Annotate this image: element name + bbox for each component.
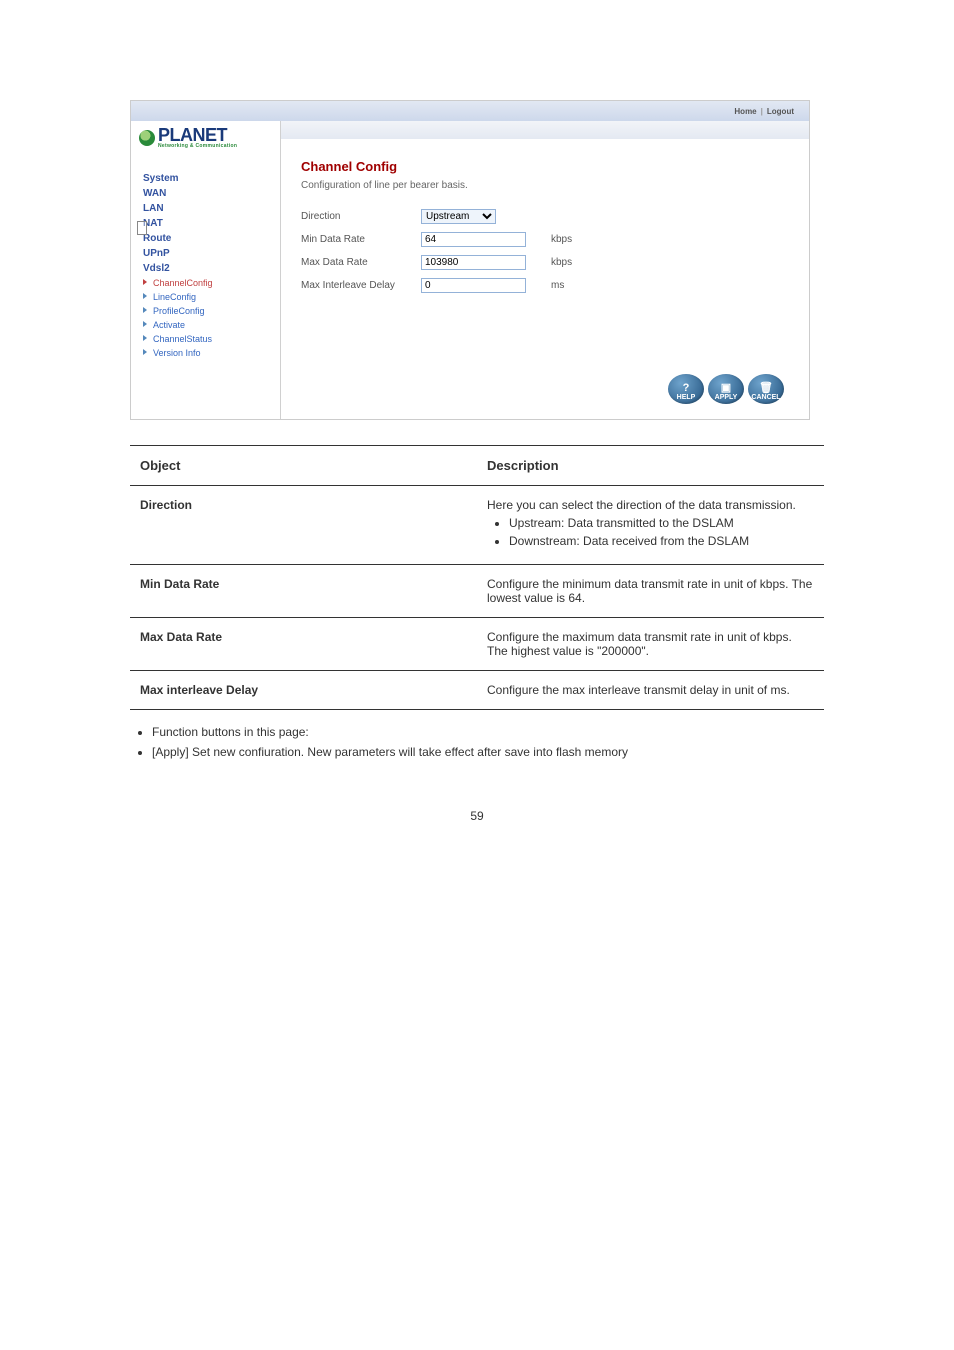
- nav-channelconfig[interactable]: ChannelConfig: [139, 276, 272, 290]
- cell-object: Direction: [130, 486, 477, 565]
- label-maxdelay: Max Interleave Delay: [301, 280, 421, 291]
- input-minrate[interactable]: [421, 232, 526, 247]
- direction-intro: Here you can select the direction of the…: [487, 498, 814, 512]
- cell-object: Max Data Rate: [130, 618, 477, 671]
- list-item: Upstream: Data transmitted to the DSLAM: [509, 516, 814, 530]
- unit-maxrate: kbps: [551, 257, 572, 268]
- footer-notes: Function buttons in this page: [Apply] S…: [130, 725, 824, 759]
- input-maxrate[interactable]: [421, 255, 526, 270]
- content-area: Channel Config Configuration of line per…: [281, 121, 809, 419]
- cell-desc: Here you can select the direction of the…: [477, 486, 824, 565]
- action-buttons: ? HELP ▣ APPLY 🗑 CANCEL: [668, 374, 784, 404]
- sidebar: PLANET Networking & Communication System…: [131, 121, 281, 419]
- list-item: Downstream: Data received from the DSLAM: [509, 534, 814, 548]
- nav-profileconfig[interactable]: ProfileConfig: [139, 304, 272, 318]
- cell-object: Max interleave Delay: [130, 671, 477, 710]
- th-object: Object: [130, 446, 477, 486]
- disk-icon: ▣: [721, 383, 731, 394]
- select-direction[interactable]: Upstream: [421, 209, 496, 224]
- router-admin-screenshot: Home | Logout PLANET Networking & Commun…: [130, 100, 810, 420]
- nav-activate[interactable]: Activate: [139, 318, 272, 332]
- row-minrate: Min Data Rate kbps: [301, 232, 789, 247]
- table-row: Min Data Rate Configure the minimum data…: [130, 565, 824, 618]
- row-direction: Direction Upstream: [301, 209, 789, 224]
- unit-minrate: kbps: [551, 234, 572, 245]
- reference-table: Object Description Direction Here you ca…: [130, 445, 824, 710]
- nav-upnp[interactable]: UPnP: [139, 246, 272, 261]
- nav-channelstatus[interactable]: ChannelStatus: [139, 332, 272, 346]
- trash-icon: 🗑: [759, 383, 773, 394]
- topbar: Home | Logout: [131, 101, 809, 121]
- row-maxrate: Max Data Rate kbps: [301, 255, 789, 270]
- help-icon: ?: [683, 383, 690, 394]
- cell-desc: Configure the maximum data transmit rate…: [477, 618, 824, 671]
- nav-menu: System WAN LAN NAT Route UPnP Vdsl2 Chan…: [139, 171, 272, 360]
- row-maxdelay: Max Interleave Delay ms: [301, 278, 789, 293]
- cancel-button[interactable]: 🗑 CANCEL: [748, 374, 784, 404]
- help-button-label: HELP: [677, 394, 696, 401]
- logout-link[interactable]: Logout: [767, 107, 794, 116]
- nav-nat[interactable]: NAT: [139, 216, 272, 231]
- cancel-button-label: CANCEL: [751, 394, 780, 401]
- list-item: Function buttons in this page:: [152, 725, 824, 739]
- label-maxrate: Max Data Rate: [301, 257, 421, 268]
- input-maxdelay[interactable]: [421, 278, 526, 293]
- table-row: Max interleave Delay Configure the max i…: [130, 671, 824, 710]
- nav-lineconfig[interactable]: LineConfig: [139, 290, 272, 304]
- help-button[interactable]: ? HELP: [668, 374, 704, 404]
- nav-vdsl2[interactable]: Vdsl2: [139, 261, 272, 276]
- nav-lan[interactable]: LAN: [139, 201, 272, 216]
- brand-logo: PLANET Networking & Communication: [139, 126, 272, 149]
- apply-button[interactable]: ▣ APPLY: [708, 374, 744, 404]
- nav-versioninfo[interactable]: Version Info: [139, 346, 272, 360]
- cell-object: Min Data Rate: [130, 565, 477, 618]
- page-title: Channel Config: [301, 159, 789, 174]
- text-caret: [137, 221, 147, 235]
- planet-globe-icon: [139, 130, 155, 146]
- list-item: [Apply] Set new confiuration. New parame…: [152, 745, 824, 759]
- table-row: Max Data Rate Configure the maximum data…: [130, 618, 824, 671]
- label-direction: Direction: [301, 211, 421, 222]
- th-description: Description: [477, 446, 824, 486]
- label-minrate: Min Data Rate: [301, 234, 421, 245]
- brand-tagline: Networking & Communication: [158, 144, 237, 149]
- content-header-bar: [281, 121, 809, 139]
- separator: |: [761, 107, 763, 116]
- nav-wan[interactable]: WAN: [139, 186, 272, 201]
- cell-desc: Configure the max interleave transmit de…: [477, 671, 824, 710]
- page-number: 59: [130, 809, 824, 823]
- unit-maxdelay: ms: [551, 280, 564, 291]
- table-row: Direction Here you can select the direct…: [130, 486, 824, 565]
- page-description: Configuration of line per bearer basis.: [301, 180, 789, 191]
- nav-route[interactable]: Route: [139, 231, 272, 246]
- nav-system[interactable]: System: [139, 171, 272, 186]
- cell-desc: Configure the minimum data transmit rate…: [477, 565, 824, 618]
- brand-name: PLANET: [158, 126, 237, 144]
- home-link[interactable]: Home: [734, 107, 756, 116]
- apply-button-label: APPLY: [715, 394, 738, 401]
